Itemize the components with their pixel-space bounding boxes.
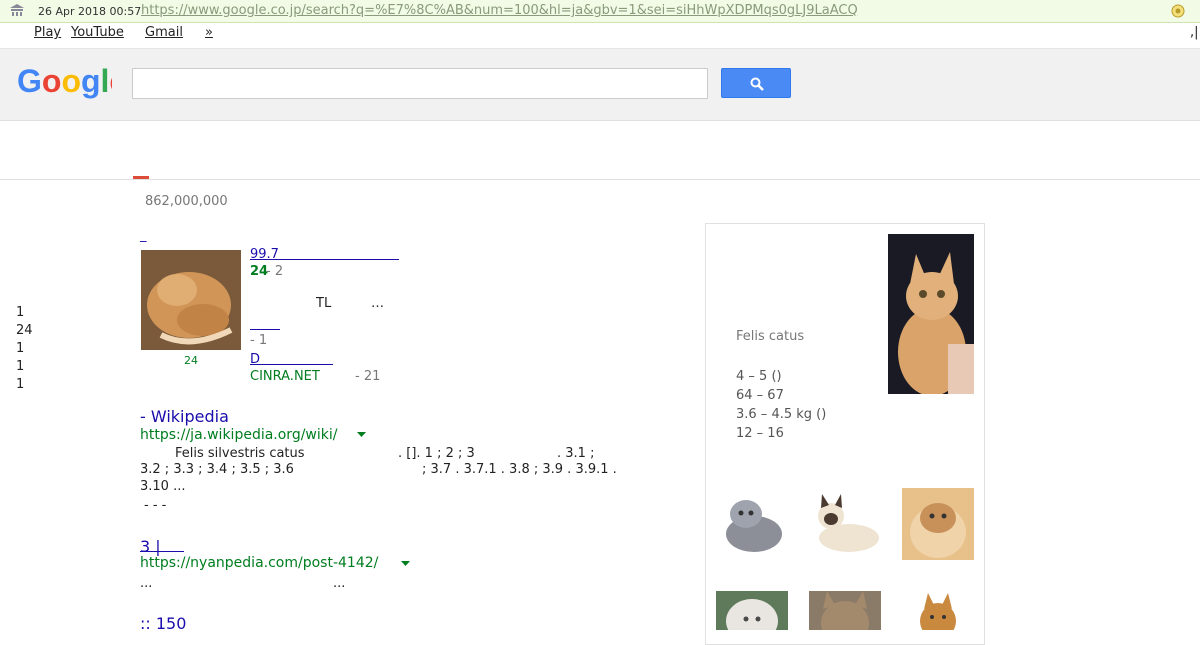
left-fact-item: 1 <box>16 305 25 320</box>
news-thumbnail-cat-image[interactable] <box>141 250 241 350</box>
google-logo[interactable]: Google <box>17 62 112 100</box>
kp-main-cat-image[interactable] <box>888 234 974 394</box>
result-1-snippet: ; 3.7 . 3.7.1 . 3.8 ; 3.9 . 3.9.1 . <box>422 462 617 477</box>
result-2-title[interactable]: 3 | <box>140 537 161 556</box>
left-fact-item: 1 <box>16 341 25 356</box>
tabs-divider <box>0 179 1200 180</box>
archive-bar: 26 Apr 2018 00:57 https://www.google.co.… <box>0 0 1200 23</box>
kp-image-tabby-cat[interactable] <box>809 591 881 630</box>
kp-image-siamese-cat[interactable] <box>809 488 881 560</box>
result-1-snippet: Felis silvestris catus <box>175 446 305 461</box>
news-item-3-underline <box>250 364 333 365</box>
search-input[interactable] <box>132 68 708 99</box>
left-facts: 1 24 1 1 1 <box>16 304 33 394</box>
archived-url-link[interactable]: https://www.google.co.jp/search?q=%E7%8C… <box>141 3 858 18</box>
archive-right-mark: ,| <box>1190 25 1199 40</box>
result-1-title[interactable]: - Wikipedia <box>140 407 229 426</box>
result-1-snippet: 3.2 ; 3.3 ; 3.4 ; 3.5 ; 3.6 <box>140 462 294 477</box>
result-3-title[interactable]: :: 150 <box>140 614 186 633</box>
kp-image-white-kitten[interactable] <box>716 591 788 630</box>
search-button[interactable] <box>721 68 791 98</box>
result-stats: 862,000,000 <box>145 194 228 209</box>
news-item-3-source: CINRA.NET <box>250 369 320 384</box>
kp-fact: 64 – 67 <box>736 388 784 403</box>
left-fact-item: 24 <box>16 323 33 338</box>
url-dropdown-icon[interactable] <box>357 432 366 438</box>
svg-text:Google: Google <box>17 63 112 99</box>
news-heading-link[interactable]: _ <box>140 228 147 243</box>
news-thumb-caption: 24 <box>184 354 198 367</box>
news-snippet-tl: TL <box>316 296 332 311</box>
result-1-snippet: 3.10 ... <box>140 479 186 494</box>
result-1-url: https://ja.wikipedia.org/wiki/ <box>140 427 338 443</box>
result-1-snippet: . []. 1 ; 2 ; 3 <box>398 446 475 461</box>
tab-all-indicator[interactable] <box>133 176 149 179</box>
news-snippet-ellipsis: … <box>371 296 384 311</box>
news-item-3-time: - 21 <box>355 369 381 384</box>
left-fact-item: 1 <box>16 377 25 392</box>
news-item-2-time: - 1 <box>250 333 268 348</box>
nav-more-link[interactable]: » <box>205 25 213 40</box>
result-1-sitelinks[interactable]: - - - <box>144 498 166 513</box>
nav-youtube-link[interactable]: YouTube <box>71 25 124 40</box>
news-item-1-underline <box>250 259 399 260</box>
result-2-snippet: ... <box>333 576 346 591</box>
kp-fact: 12 – 16 <box>736 426 784 441</box>
url-dropdown-icon[interactable] <box>401 561 410 567</box>
result-2-underline <box>140 551 184 552</box>
kp-fact: 4 – 5 () <box>736 369 782 384</box>
result-2-snippet: ... <box>140 576 153 591</box>
archive-logo-icon <box>10 4 24 16</box>
news-item-1-time: - 2 <box>266 264 284 279</box>
capture-date: 26 Apr 2018 00:57 <box>38 5 142 18</box>
kp-image-grey-cat[interactable] <box>716 488 788 560</box>
kp-image-bengal-cat[interactable] <box>902 591 974 630</box>
search-icon <box>750 77 764 91</box>
news-item-2-underline <box>250 329 280 330</box>
nav-gmail-link[interactable]: Gmail <box>145 25 183 40</box>
kp-scientific-name: Felis catus <box>736 329 805 344</box>
left-fact-item: 1 <box>16 359 25 374</box>
kp-facts: 4 – 5 () 64 – 67 3.6 – 4.5 kg () 12 – 16 <box>736 367 826 443</box>
nav-play-link[interactable]: Play <box>34 25 61 40</box>
camera-icon[interactable] <box>1170 3 1186 19</box>
result-1-snippet: . 3.1 ; <box>557 446 595 461</box>
result-2-url: https://nyanpedia.com/post-4142/ <box>140 555 379 571</box>
kp-fact: 3.6 – 4.5 kg () <box>736 407 827 422</box>
kp-image-longhair-cat[interactable] <box>902 488 974 560</box>
